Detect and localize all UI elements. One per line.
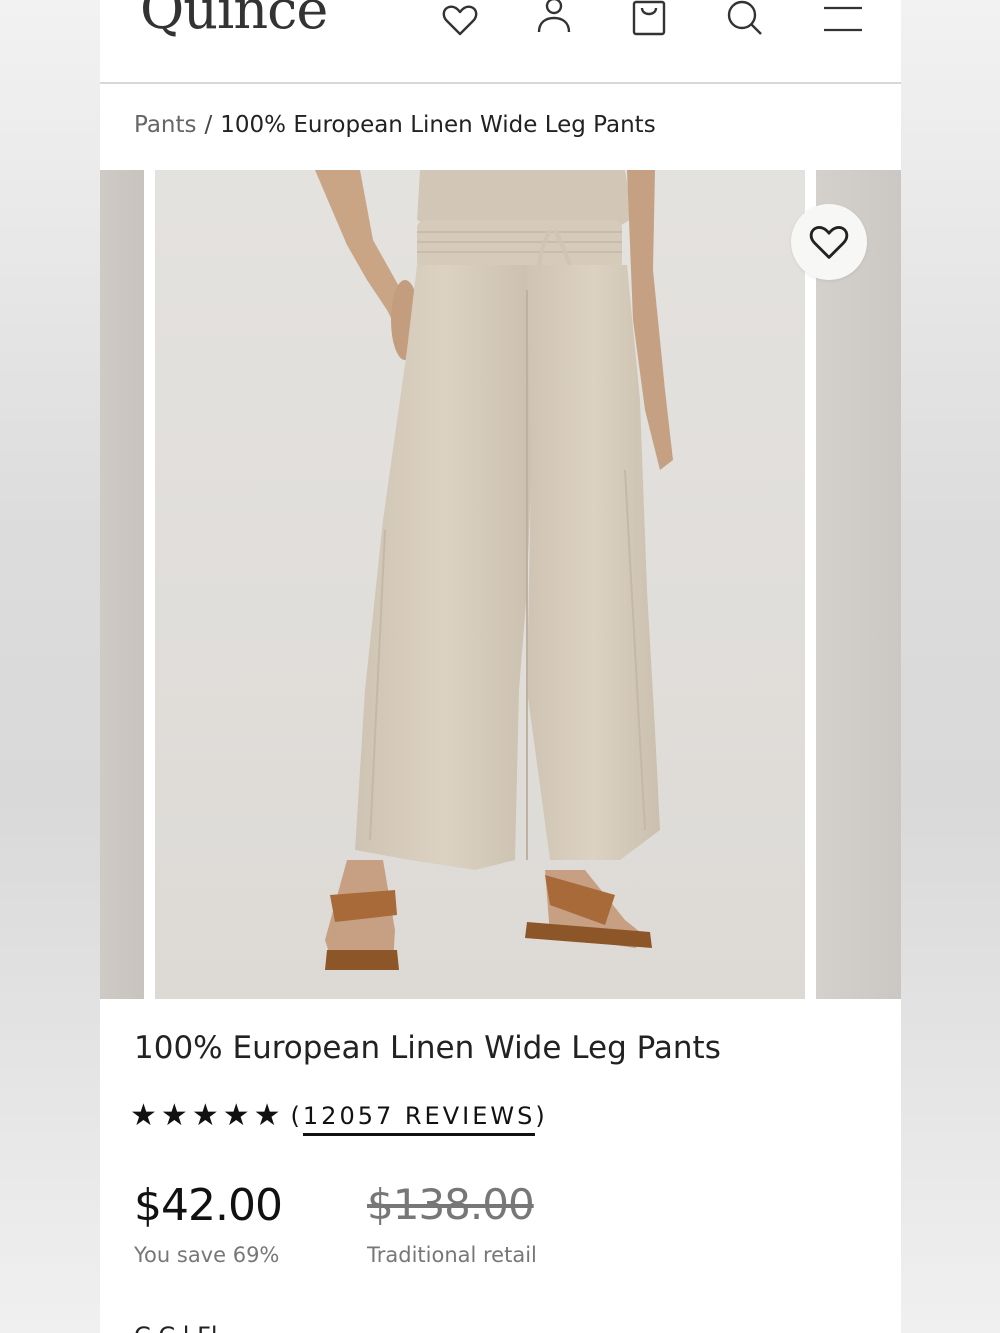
star-icon: ★ — [130, 1098, 157, 1133]
favorite-button[interactable] — [791, 204, 867, 280]
traditional-price: $138.00 — [367, 1180, 535, 1229]
product-page: Quince Pants / 100% European Linen Wide Le… — [100, 0, 901, 1333]
breadcrumb-link-pants[interactable]: Pants — [134, 112, 197, 138]
site-header: Quince — [100, 0, 901, 84]
reviews-paren-close: ) — [535, 1102, 548, 1130]
background-right — [900, 0, 1000, 1333]
reviews-link[interactable]: (12057 REVIEWS) — [290, 1102, 548, 1136]
next-image-preview[interactable] — [816, 170, 901, 999]
product-image[interactable] — [155, 170, 805, 999]
next-section-heading: C C l Fl — [134, 1322, 218, 1333]
wishlist-heart-icon[interactable] — [440, 0, 480, 40]
previous-image-preview[interactable] — [100, 170, 144, 999]
logo[interactable]: Quince — [140, 0, 328, 41]
account-icon[interactable] — [534, 0, 574, 36]
star-icon: ★ — [253, 1098, 281, 1133]
background-left — [0, 0, 100, 1333]
breadcrumb-separator: / — [204, 112, 213, 138]
star-icon: ★ — [160, 1098, 188, 1133]
savings-text: You save 69% — [134, 1243, 280, 1267]
menu-icon[interactable] — [822, 0, 862, 36]
star-icon: ★ — [222, 1098, 250, 1133]
product-photo-illustration — [155, 170, 805, 999]
search-icon[interactable] — [725, 0, 765, 38]
sale-price: $42.00 — [134, 1180, 283, 1231]
reviews-count[interactable]: 12057 REVIEWS — [302, 1102, 536, 1136]
traditional-retail-label: Traditional retail — [367, 1243, 537, 1267]
image-carousel[interactable] — [100, 170, 901, 999]
star-icon: ★ — [191, 1098, 219, 1133]
breadcrumb: Pants / 100% European Linen Wide Leg Pants — [134, 112, 656, 138]
breadcrumb-current: 100% European Linen Wide Leg Pants — [220, 112, 656, 138]
heart-icon — [809, 226, 849, 259]
bag-icon[interactable] — [629, 0, 669, 38]
reviews-paren-open: ( — [290, 1102, 303, 1130]
rating-row: ★ ★ ★ ★ ★ (12057 REVIEWS) — [130, 1098, 548, 1136]
product-title: 100% European Linen Wide Leg Pants — [134, 1030, 721, 1066]
